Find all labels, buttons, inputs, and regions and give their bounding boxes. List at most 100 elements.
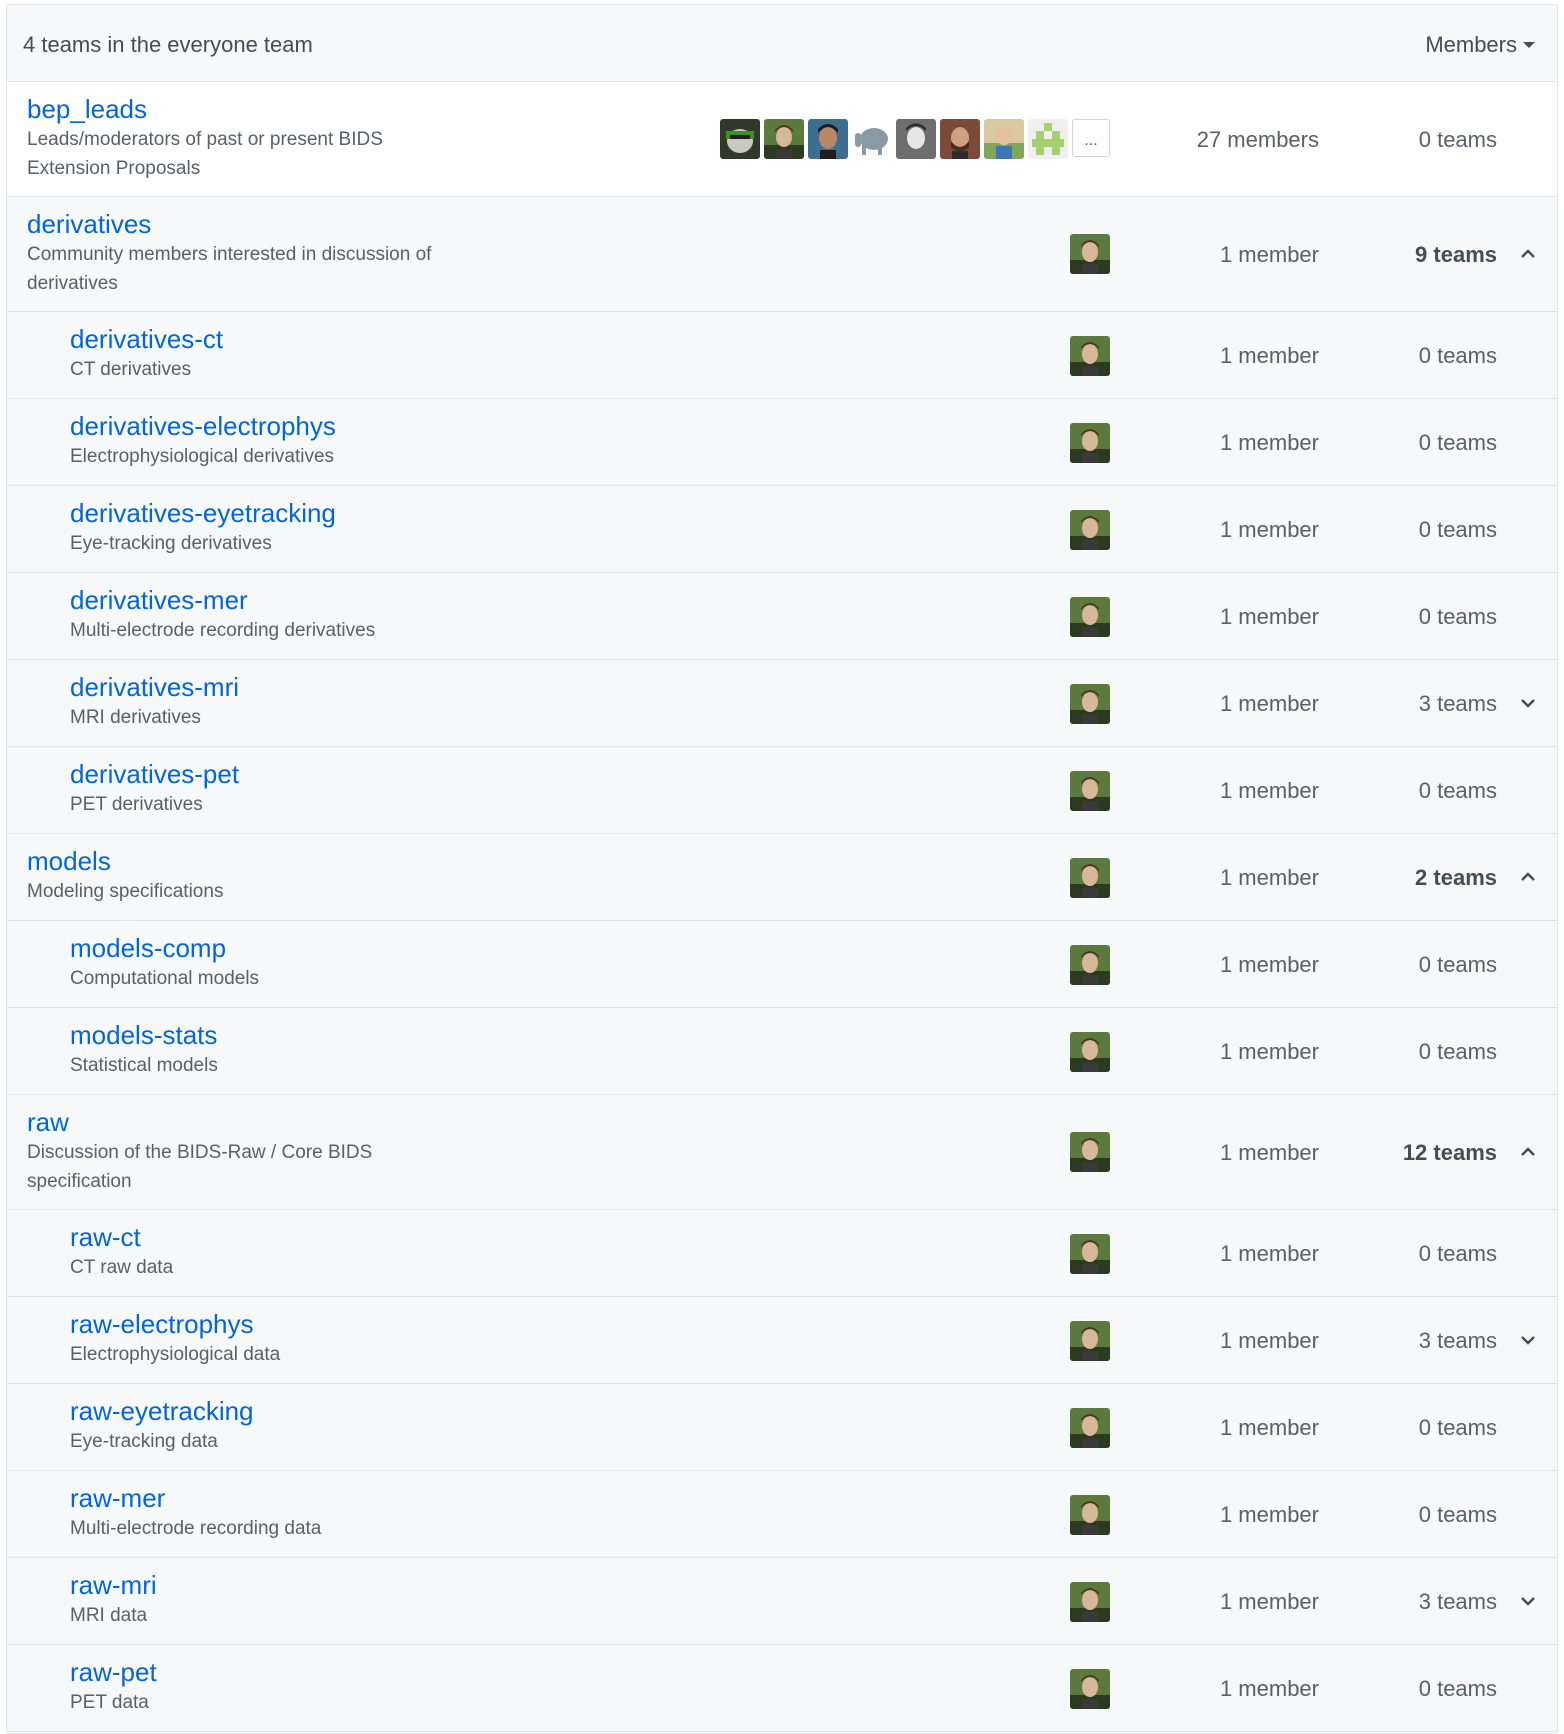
team-link-raw-eyetracking[interactable]: raw-eyetracking	[70, 1395, 490, 1427]
members-count[interactable]: 1 member	[1220, 604, 1319, 630]
team-link-raw-electrophys[interactable]: raw-electrophys	[70, 1308, 490, 1340]
team-info: models-stats Statistical models	[70, 1019, 490, 1080]
avatar[interactable]	[1070, 684, 1110, 724]
team-link-derivatives-electrophys[interactable]: derivatives-electrophys	[70, 410, 490, 442]
avatar[interactable]	[1070, 1234, 1110, 1274]
teams-count[interactable]: 3 teams	[1419, 691, 1497, 717]
avatar[interactable]	[808, 119, 848, 159]
team-link-raw[interactable]: raw	[27, 1106, 447, 1138]
teams-count: 0 teams	[1418, 343, 1497, 368]
team-link-models[interactable]: models	[27, 845, 447, 877]
chevron-up-icon[interactable]	[1519, 868, 1537, 886]
avatar[interactable]	[1070, 510, 1110, 550]
avatar[interactable]	[1070, 858, 1110, 898]
member-avatars	[1070, 1495, 1110, 1535]
team-link-derivatives-pet[interactable]: derivatives-pet	[70, 758, 490, 790]
member-avatars	[1070, 945, 1110, 985]
avatar[interactable]	[1028, 119, 1068, 159]
avatar[interactable]	[764, 119, 804, 159]
team-info: derivatives-electrophys Electrophysiolog…	[70, 410, 490, 471]
avatar[interactable]	[1070, 597, 1110, 637]
members-count[interactable]: 1 member	[1220, 1241, 1319, 1267]
teams-count[interactable]: 3 teams	[1419, 1328, 1497, 1354]
avatar[interactable]	[720, 119, 760, 159]
avatar[interactable]	[1070, 1032, 1110, 1072]
avatar[interactable]	[1070, 1321, 1110, 1361]
members-sort-menu[interactable]: Members	[1425, 32, 1535, 58]
team-link-derivatives[interactable]: derivatives	[27, 208, 447, 240]
team-description: CT derivatives	[70, 359, 192, 380]
members-count[interactable]: 1 member	[1220, 242, 1319, 268]
teams-count[interactable]: 2 teams	[1415, 865, 1497, 891]
members-count[interactable]: 1 member	[1220, 343, 1319, 369]
more-members-button[interactable]: ...	[1072, 119, 1110, 157]
team-description: Eye-tracking data	[70, 1431, 218, 1452]
avatar[interactable]	[852, 119, 892, 159]
members-count[interactable]: 1 member	[1220, 1039, 1319, 1065]
avatar[interactable]	[896, 119, 936, 159]
team-link-derivatives-ct[interactable]: derivatives-ct	[70, 323, 490, 355]
team-description: Statistical models	[70, 1055, 218, 1076]
avatar[interactable]	[1070, 423, 1110, 463]
team-info: derivatives-ct CT derivatives	[70, 323, 490, 384]
team-info: raw-mri MRI data	[70, 1569, 490, 1630]
avatar[interactable]	[1070, 1582, 1110, 1622]
avatar[interactable]	[1070, 1408, 1110, 1448]
members-count[interactable]: 1 member	[1220, 1415, 1319, 1441]
avatar[interactable]	[984, 119, 1024, 159]
avatar[interactable]	[940, 119, 980, 159]
caret-down-icon	[1523, 42, 1535, 49]
team-link-raw-mri[interactable]: raw-mri	[70, 1569, 490, 1601]
members-count[interactable]: 1 member	[1220, 865, 1319, 891]
members-count[interactable]: 27 members	[1197, 127, 1319, 153]
members-count[interactable]: 1 member	[1220, 430, 1319, 456]
avatar[interactable]	[1070, 945, 1110, 985]
members-count[interactable]: 1 member	[1220, 778, 1319, 804]
team-link-derivatives-mer[interactable]: derivatives-mer	[70, 584, 490, 616]
member-avatars	[1070, 234, 1110, 274]
avatar[interactable]	[1070, 771, 1110, 811]
team-link-bep-leads[interactable]: bep_leads	[27, 93, 447, 125]
member-avatars	[1070, 510, 1110, 550]
chevron-down-icon[interactable]	[1519, 1331, 1537, 1349]
team-description: PET data	[70, 1692, 149, 1713]
team-row-raw-mer: raw-mer Multi-electrode recording data 1…	[7, 1471, 1557, 1558]
avatar[interactable]	[1070, 1669, 1110, 1709]
team-link-raw-ct[interactable]: raw-ct	[70, 1221, 490, 1253]
team-description: Eye-tracking derivatives	[70, 533, 272, 554]
teams-count[interactable]: 3 teams	[1419, 1589, 1497, 1615]
members-count[interactable]: 1 member	[1220, 1328, 1319, 1354]
members-count[interactable]: 1 member	[1220, 1589, 1319, 1615]
team-link-derivatives-eyetracking[interactable]: derivatives-eyetracking	[70, 497, 490, 529]
team-description: Electrophysiological derivatives	[70, 446, 335, 467]
team-row-models-comp: models-comp Computational models 1 membe…	[7, 921, 1557, 1008]
member-avatars	[1070, 684, 1110, 724]
team-row-raw-electrophys: raw-electrophys Electrophysiological dat…	[7, 1297, 1557, 1384]
team-link-raw-mer[interactable]: raw-mer	[70, 1482, 490, 1514]
teams-count[interactable]: 9 teams	[1415, 242, 1497, 268]
members-count[interactable]: 1 member	[1220, 1676, 1319, 1702]
members-count[interactable]: 1 member	[1220, 1140, 1319, 1166]
chevron-up-icon[interactable]	[1519, 1143, 1537, 1161]
avatar[interactable]	[1070, 234, 1110, 274]
members-count[interactable]: 1 member	[1220, 517, 1319, 543]
team-description: MRI data	[70, 1605, 148, 1626]
teams-count: 0 teams	[1418, 1415, 1497, 1440]
avatar[interactable]	[1070, 1495, 1110, 1535]
team-link-models-comp[interactable]: models-comp	[70, 932, 490, 964]
members-count[interactable]: 1 member	[1220, 1502, 1319, 1528]
chevron-up-icon[interactable]	[1519, 245, 1537, 263]
avatar[interactable]	[1070, 336, 1110, 376]
team-link-derivatives-mri[interactable]: derivatives-mri	[70, 671, 490, 703]
chevron-down-icon[interactable]	[1519, 694, 1537, 712]
team-row-derivatives-mer: derivatives-mer Multi-electrode recordin…	[7, 573, 1557, 660]
members-menu-label: Members	[1425, 32, 1517, 57]
members-count[interactable]: 1 member	[1220, 952, 1319, 978]
team-info: raw-eyetracking Eye-tracking data	[70, 1395, 490, 1456]
team-link-models-stats[interactable]: models-stats	[70, 1019, 490, 1051]
avatar[interactable]	[1070, 1132, 1110, 1172]
members-count[interactable]: 1 member	[1220, 691, 1319, 717]
chevron-down-icon[interactable]	[1519, 1592, 1537, 1610]
team-link-raw-pet[interactable]: raw-pet	[70, 1656, 490, 1688]
teams-count[interactable]: 12 teams	[1403, 1140, 1497, 1166]
